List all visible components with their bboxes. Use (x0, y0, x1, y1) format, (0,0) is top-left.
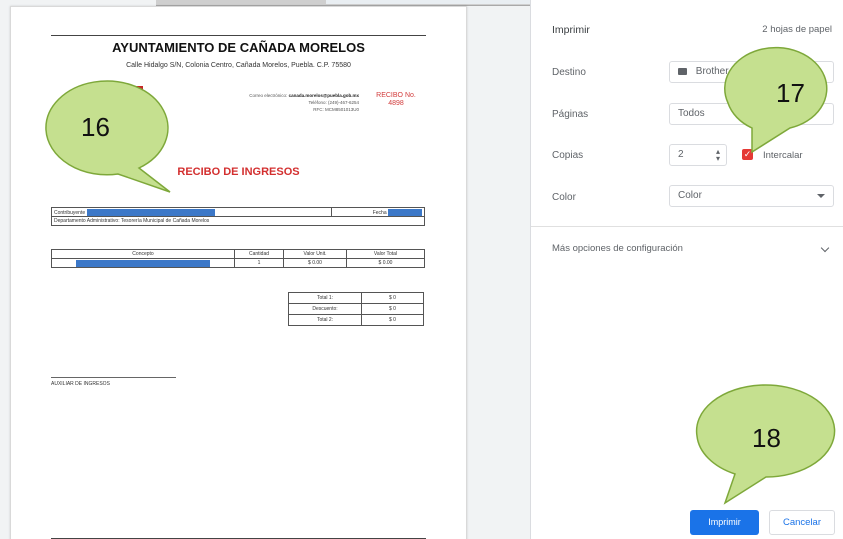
receipt-number: 4898 (388, 100, 404, 107)
column-header: Valor Total (346, 249, 425, 259)
date-label: Fecha (372, 209, 387, 216)
callout-number-18: 18 (752, 423, 781, 453)
destination-value: Brother (695, 66, 729, 77)
collate-label: Intercalar (763, 150, 803, 161)
receipt-number-label: RECIBO No. (376, 92, 416, 99)
color-label: Color (552, 192, 576, 203)
taxpayer-table: Contribuyente Fecha Departamento Adminis… (51, 207, 425, 226)
email-value: canada.morelos@puebla.gob.mx (288, 93, 359, 98)
print-button[interactable]: Imprimir (690, 510, 759, 535)
table-row: Total 2: $ 0 (288, 314, 424, 326)
table-row: Contribuyente Fecha (51, 207, 425, 217)
department-cell: Departamento Administrativo: Tesorería M… (51, 216, 425, 226)
section-divider (531, 226, 843, 227)
callout-number-16: 16 (81, 112, 110, 142)
copies-value: 2 (678, 149, 684, 160)
dropdown-arrow-icon (817, 194, 825, 198)
callout-number-17: 17 (776, 78, 805, 108)
totals-table: Total 1: $ 0 Descuento: $ 0 Total 2: $ 0 (288, 292, 424, 326)
date-cell: Fecha (331, 207, 425, 217)
table-header-row: Concepto Cantidad Valor Unit. Valor Tota… (51, 249, 425, 259)
preview-page: AYUNTAMIENTO DE CAÑADA MORELOS Calle Hid… (10, 6, 467, 539)
cancel-button[interactable]: Cancelar (769, 510, 835, 535)
color-select[interactable]: Color (669, 185, 834, 207)
municipal-logo (127, 86, 143, 96)
pages-label: Páginas (552, 109, 589, 120)
unit-value-cell: $ 0.00 (283, 258, 347, 268)
pages-value: Todos (678, 108, 705, 119)
destination-select[interactable]: Brother (669, 61, 834, 83)
column-header: Concepto (51, 249, 235, 259)
chevron-down-icon[interactable] (820, 243, 830, 253)
total-value: $ 0 (361, 314, 424, 326)
items-table: Concepto Cantidad Valor Unit. Valor Tota… (51, 249, 425, 268)
total-value: $ 0 (361, 303, 424, 315)
table-row: Descuento: $ 0 (288, 303, 424, 315)
screenshot: AYUNTAMIENTO DE CAÑADA MORELOS Calle Hid… (0, 0, 843, 539)
header-rule (51, 35, 426, 36)
rfc-text: RFC: MCM8501013U0 (313, 107, 359, 112)
redacted-taxpayer (86, 208, 215, 216)
document-title: AYUNTAMIENTO DE CAÑADA MORELOS (112, 40, 365, 55)
taxpayer-cell: Contribuyente (51, 207, 332, 217)
redacted-date (388, 208, 422, 216)
total-value: $ 0 (361, 292, 424, 304)
contact-block: Correo electrónico: canada.morelos@puebl… (171, 92, 359, 113)
table-row: Total 1: $ 0 (288, 292, 424, 304)
more-settings-toggle[interactable]: Más opciones de configuración (552, 243, 683, 254)
total-label: Total 1: (288, 292, 362, 304)
total-label: Total 2: (288, 314, 362, 326)
document-address: Calle Hidalgo S/N, Colonia Centro, Cañad… (126, 62, 351, 69)
color-value: Color (678, 190, 702, 201)
copies-label: Copias (552, 150, 584, 161)
signature-line (51, 377, 176, 378)
total-label: Descuento: (288, 303, 362, 315)
taxpayer-label: Contribuyente (54, 209, 86, 216)
destination-label: Destino (552, 67, 586, 78)
copies-stepper[interactable]: 2 ▴ ▾ (669, 144, 727, 166)
receipt-title: RECIBO DE INGRESOS (177, 166, 300, 178)
column-header: Valor Unit. (283, 249, 347, 259)
collate-checkbox[interactable]: ✓ (742, 149, 753, 160)
printer-icon (678, 67, 687, 75)
quantity-cell: 1 (234, 258, 284, 268)
redacted-concept (76, 259, 210, 267)
email-label: Correo electrónico: (249, 93, 288, 98)
receipt-number-block: RECIBO No. 4898 (368, 92, 424, 108)
sheet-count: 2 hojas de papel (762, 24, 832, 35)
stepper-arrows-icon[interactable]: ▴ ▾ (716, 148, 720, 163)
pages-select[interactable]: Todos (669, 103, 834, 125)
phone-text: Teléfono: (249)-467-6254 (308, 100, 359, 105)
total-value-cell: $ 0.00 (346, 258, 425, 268)
signature-label: AUXILIAR DE INGRESOS (51, 381, 110, 387)
table-row: 1 $ 0.00 $ 0.00 (51, 258, 425, 268)
table-row: Departamento Administrativo: Tesorería M… (51, 216, 425, 226)
panel-title: Imprimir (552, 24, 590, 36)
column-header: Cantidad (234, 249, 284, 259)
concept-cell (51, 258, 235, 268)
